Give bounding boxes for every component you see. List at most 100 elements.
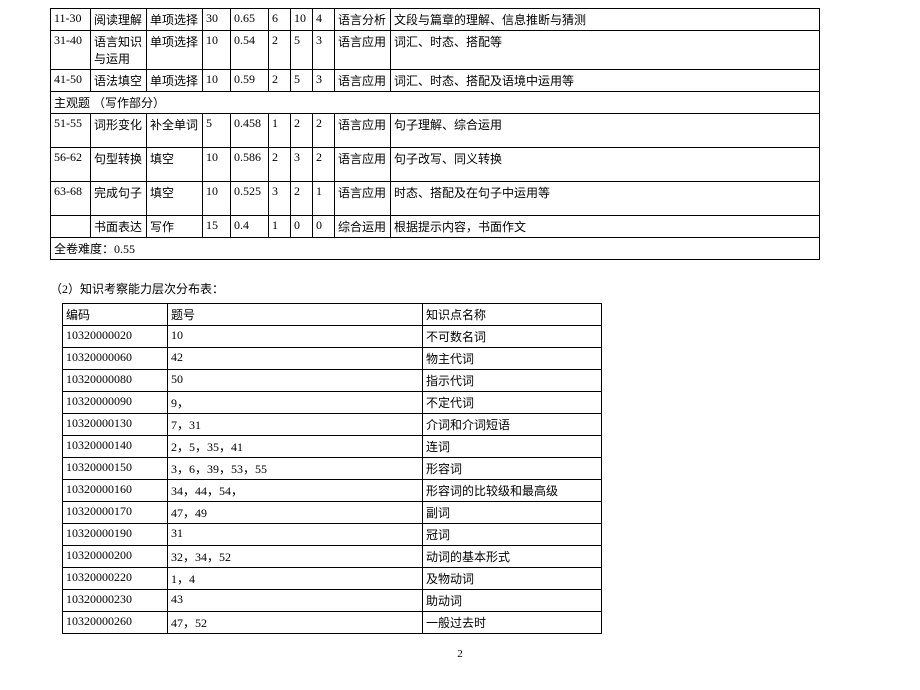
table-cell: 34，44，54， xyxy=(168,480,423,502)
table-cell: 42 xyxy=(168,348,423,370)
table-cell: 10320000190 xyxy=(63,524,168,546)
table-cell: 10 xyxy=(168,326,423,348)
table-cell: 63-68 xyxy=(51,182,91,216)
table-cell: 5 xyxy=(291,70,313,92)
table-cell: 句子理解、综合运用 xyxy=(391,114,820,148)
table-cell: 10320000160 xyxy=(63,480,168,502)
table-cell: 语言应用 xyxy=(335,114,391,148)
table-cell: 介词和介词短语 xyxy=(423,414,602,436)
table-cell: 0.525 xyxy=(231,182,269,216)
table-cell: 10 xyxy=(203,148,231,182)
table-cell: 阅读理解 xyxy=(91,9,147,31)
table-cell: 填空 xyxy=(147,148,203,182)
table-cell: 语言应用 xyxy=(335,31,391,70)
table-cell: 形容词 xyxy=(423,458,602,480)
table-cell: 文段与篇章的理解、信息推断与猜测 xyxy=(391,9,820,31)
table-cell: 2 xyxy=(291,182,313,216)
table-cell: 10 xyxy=(291,9,313,31)
table-cell: 不定代词 xyxy=(423,392,602,414)
table-cell: 6 xyxy=(269,9,291,31)
table-cell: 语言应用 xyxy=(335,70,391,92)
table-cell: 47，52 xyxy=(168,612,423,634)
table-cell: 51-55 xyxy=(51,114,91,148)
table-cell: 单项选择 xyxy=(147,9,203,31)
table-cell: 7，31 xyxy=(168,414,423,436)
table-cell: 一般过去时 xyxy=(423,612,602,634)
table-cell: 句子改写、同义转换 xyxy=(391,148,820,182)
table-cell: 及物动词 xyxy=(423,568,602,590)
table-cell: 10320000020 xyxy=(63,326,168,348)
table-cell: 10320000220 xyxy=(63,568,168,590)
table-cell: 2，5，35，41 xyxy=(168,436,423,458)
table-cell: 1，4 xyxy=(168,568,423,590)
table-cell: 2 xyxy=(313,148,335,182)
table-cell: 3 xyxy=(313,70,335,92)
table-cell: 2 xyxy=(269,70,291,92)
table-cell: 语言分析 xyxy=(335,9,391,31)
table-cell: 词形变化 xyxy=(91,114,147,148)
table-cell: 单项选择 xyxy=(147,31,203,70)
table-cell: 不可数名词 xyxy=(423,326,602,348)
table-cell: 语言应用 xyxy=(335,182,391,216)
table-cell: 3 xyxy=(291,148,313,182)
table-cell: 写作 xyxy=(147,216,203,238)
table-cell: 0.586 xyxy=(231,148,269,182)
table-cell: 2 xyxy=(269,148,291,182)
table-cell: 10 xyxy=(203,31,231,70)
table-cell: 1 xyxy=(313,182,335,216)
table-cell: 0 xyxy=(313,216,335,238)
table-cell: 50 xyxy=(168,370,423,392)
table-cell: 连词 xyxy=(423,436,602,458)
table-cell: 11-30 xyxy=(51,9,91,31)
table-header-cell: 知识点名称 xyxy=(423,304,602,326)
table-header-cell: 题号 xyxy=(168,304,423,326)
table-cell: 补全单词 xyxy=(147,114,203,148)
table-cell: 10320000260 xyxy=(63,612,168,634)
table-cell: 0 xyxy=(291,216,313,238)
table-cell: 1 xyxy=(269,216,291,238)
table-cell: 10320000200 xyxy=(63,546,168,568)
table-cell: 书面表达 xyxy=(91,216,147,238)
table-cell: 0.65 xyxy=(231,9,269,31)
table-cell: 10320000130 xyxy=(63,414,168,436)
table-cell: 56-62 xyxy=(51,148,91,182)
table-cell: 10320000080 xyxy=(63,370,168,392)
table-cell: 冠词 xyxy=(423,524,602,546)
table-cell: 15 xyxy=(203,216,231,238)
table-cell: 助动词 xyxy=(423,590,602,612)
section-2-title: （2）知识考察能力层次分布表： xyxy=(50,280,870,297)
table-cell: 语言知识与运用 xyxy=(91,31,147,70)
table-cell: 0.4 xyxy=(231,216,269,238)
table-cell: 47，49 xyxy=(168,502,423,524)
analysis-table: 11-30阅读理解单项选择300.656104语言分析文段与篇章的理解、信息推断… xyxy=(50,8,820,260)
table-cell: 3 xyxy=(313,31,335,70)
table-cell: 10320000090 xyxy=(63,392,168,414)
table-cell: 填空 xyxy=(147,182,203,216)
table-cell: 31-40 xyxy=(51,31,91,70)
table-cell: 9， xyxy=(168,392,423,414)
table-cell: 4 xyxy=(313,9,335,31)
table-cell: 5 xyxy=(291,31,313,70)
table-cell: 10320000150 xyxy=(63,458,168,480)
table-cell: 形容词的比较级和最高级 xyxy=(423,480,602,502)
table-cell: 10320000060 xyxy=(63,348,168,370)
page-number: 2 xyxy=(50,648,870,660)
table-cell: 0.54 xyxy=(231,31,269,70)
table-cell: 0.59 xyxy=(231,70,269,92)
table-cell: 综合运用 xyxy=(335,216,391,238)
table-cell: 5 xyxy=(203,114,231,148)
overall-difficulty: 全卷难度：0.55 xyxy=(51,238,820,260)
table-cell: 语言应用 xyxy=(335,148,391,182)
table-cell: 指示代词 xyxy=(423,370,602,392)
table-cell: 10320000170 xyxy=(63,502,168,524)
table-cell: 41-50 xyxy=(51,70,91,92)
table-cell: 物主代词 xyxy=(423,348,602,370)
subjective-header: 主观题 （写作部分） xyxy=(51,92,820,114)
table-cell: 32，34，52 xyxy=(168,546,423,568)
table-cell: 43 xyxy=(168,590,423,612)
table-cell: 10 xyxy=(203,182,231,216)
table-cell: 0.458 xyxy=(231,114,269,148)
table-cell: 根据提示内容，书面作文 xyxy=(391,216,820,238)
table-header-cell: 编码 xyxy=(63,304,168,326)
table-cell: 时态、搭配及在句子中运用等 xyxy=(391,182,820,216)
